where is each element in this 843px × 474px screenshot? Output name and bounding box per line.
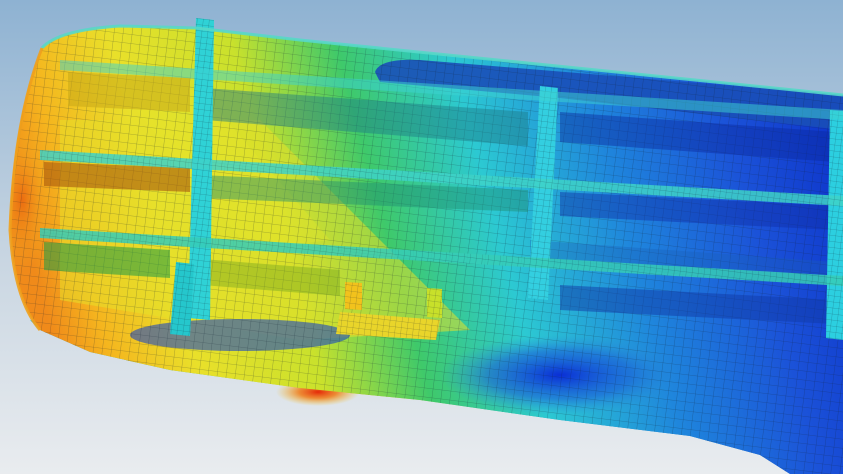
fea-stress-render <box>0 0 843 474</box>
fea-viewport <box>0 0 843 474</box>
